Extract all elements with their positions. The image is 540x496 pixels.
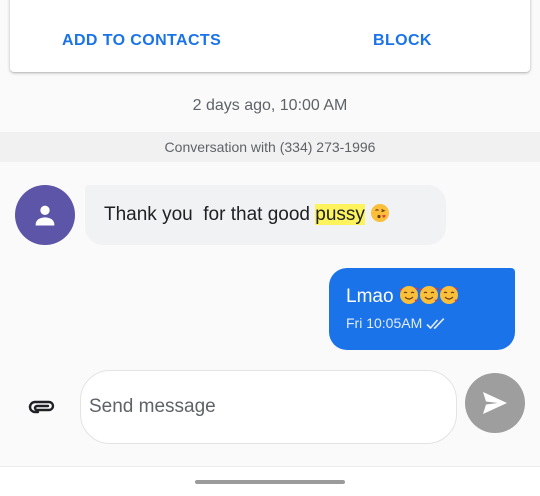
attachment-icon[interactable] (24, 395, 56, 419)
message-text: Lmao (346, 286, 399, 307)
incoming-message-bubble[interactable]: Thank you for that good pussy (85, 185, 446, 245)
message-input[interactable] (80, 370, 457, 444)
smiling-hearts-emoji-icon (399, 286, 418, 304)
outgoing-message-meta: Fri 10:05AM (346, 315, 448, 331)
block-button[interactable]: BLOCK (373, 32, 432, 50)
outgoing-message-text: Lmao (346, 285, 459, 308)
conversation-header: Conversation with (334) 273-1996 (0, 132, 540, 162)
message-text: Thank you for that good (104, 204, 316, 225)
smiling-hearts-emoji-icon (439, 286, 458, 304)
message-time: Fri 10:05AM (346, 315, 423, 331)
kissing-heart-emoji-icon (371, 204, 390, 222)
avatar[interactable] (15, 185, 75, 245)
person-icon (35, 205, 55, 226)
unknown-sender-action-card: ADD TO CONTACTS BLOCK (10, 0, 530, 72)
thread-timestamp: 2 days ago, 10:00 AM (192, 97, 348, 114)
smiling-hearts-emoji-icon (419, 286, 438, 304)
add-to-contacts-button[interactable]: ADD TO CONTACTS (62, 32, 221, 50)
send-icon (483, 392, 507, 414)
send-button[interactable] (465, 373, 525, 433)
conversation-label: Conversation with (334) 273-1996 (164, 139, 376, 155)
incoming-message-text: Thank you for that good pussy (104, 203, 390, 226)
highlighted-word: pussy (315, 204, 365, 225)
messages-screen: ADD TO CONTACTS BLOCK 2 days ago, 10:00 … (0, 0, 540, 496)
home-indicator[interactable] (195, 480, 345, 484)
double-check-icon (426, 318, 445, 330)
outgoing-message-bubble[interactable]: Lmao Fri 10:05AM (329, 268, 515, 350)
